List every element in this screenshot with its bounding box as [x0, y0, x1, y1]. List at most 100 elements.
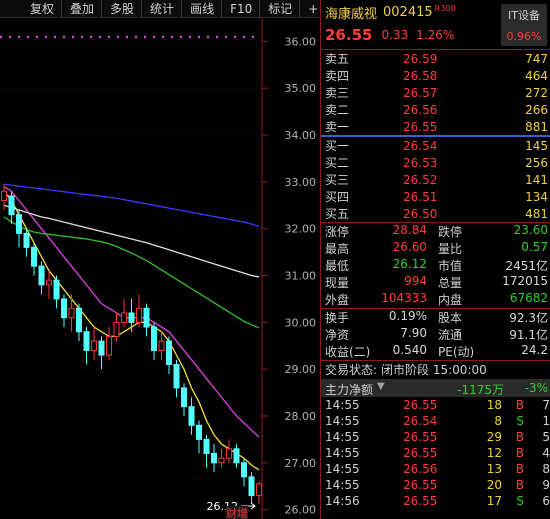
toolbar-button-5[interactable]: F10	[222, 0, 261, 18]
candle-body	[128, 312, 135, 323]
candle-body	[136, 307, 142, 323]
tick-count: 9	[542, 478, 550, 492]
bid-row[interactable]: 买三 26.52 141	[321, 171, 550, 188]
toolbar-button-0[interactable]: 复权	[0, 0, 63, 18]
trade-status-label: 交易状态:	[325, 363, 378, 377]
quote-panel: 海康威视 002415 R300 IT设备 0.96% 26.55 0.33 1…	[320, 0, 550, 519]
book-level-label: 买三	[325, 173, 350, 187]
candle-body	[38, 265, 45, 286]
main-flow-bar[interactable]: 主力净额 ▼ -1175万 -3%	[321, 379, 550, 397]
y-tick-label: 34.00	[285, 129, 317, 142]
price-change: 0.33	[381, 28, 409, 42]
stat-label: 外盘	[325, 293, 350, 307]
tick-row: 14:55 26.55 29 B 5	[321, 429, 550, 445]
tick-row: 14:55 26.54 8 S 1	[321, 413, 550, 429]
tick-price: 26.56	[403, 462, 438, 476]
tick-row: 14:56 26.55 17 S 6	[321, 493, 550, 509]
tick-time: 14:55	[325, 462, 360, 476]
stat-row: 净资 7.90 流通 91.1亿	[321, 326, 550, 343]
candle-body	[166, 340, 172, 365]
stat-value: 28.84	[392, 223, 427, 237]
book-volume: 134	[525, 189, 548, 204]
tick-price: 26.55	[403, 430, 438, 444]
tick-time: 14:55	[325, 446, 360, 460]
bid-row[interactable]: 买一 26.54 145	[321, 137, 550, 154]
tick-price: 26.55	[403, 494, 438, 508]
candle-body	[143, 307, 150, 328]
ask-row[interactable]: 卖五 26.59 747	[321, 50, 550, 67]
y-tick-label: 31.00	[285, 270, 317, 283]
stat-label: 净资	[325, 328, 350, 342]
kline-chart[interactable]: 36.00 35.00 34.00 33.00 32.00 31.00 30.00 29.00…	[0, 18, 320, 519]
main-flow-pct: -3%	[524, 381, 548, 395]
bid-row[interactable]: 买四 26.51 134	[321, 188, 550, 205]
tick-count: 7	[542, 398, 550, 412]
book-price: 26.57	[403, 85, 438, 100]
sector-box[interactable]: IT设备 0.96%	[501, 4, 547, 46]
toolbar-button-3[interactable]: 统计	[142, 0, 183, 18]
book-volume: 481	[525, 206, 548, 221]
candle-body	[1, 190, 7, 202]
bid-book: 买一 26.54 145 买二 26.53 256 买三 26.52 141 买四 26.51 134…	[321, 137, 550, 222]
main-flow-value: -1175万	[457, 383, 504, 397]
stat-row: 最高 26.60 量比 0.57	[321, 240, 550, 257]
toolbar-button-2[interactable]: 多股	[102, 0, 143, 18]
stat-value: 104333	[381, 291, 427, 305]
tick-time: 14:55	[325, 398, 360, 412]
toolbar-button-4[interactable]: 画线	[182, 0, 223, 18]
tick-volume: 29	[486, 430, 502, 444]
candle-body	[211, 452, 217, 464]
tick-volume: 8	[494, 414, 502, 428]
book-level-label: 卖四	[325, 69, 350, 83]
stat-label: 量比	[438, 242, 463, 256]
candle-body	[203, 438, 210, 454]
ask-row[interactable]: 卖二 26.56 266	[321, 101, 550, 118]
price-change-pct: 1.26%	[416, 28, 455, 42]
book-volume: 272	[525, 85, 548, 100]
y-tick-label: 29.00	[285, 363, 317, 376]
candle-body	[91, 340, 97, 351]
book-price: 26.59	[403, 51, 438, 66]
stat-label: 最低	[325, 259, 350, 273]
ask-row[interactable]: 卖一 26.55 881	[321, 118, 550, 135]
candle-body	[113, 321, 120, 337]
tick-count: 5	[542, 430, 550, 444]
bid-row[interactable]: 买二 26.53 256	[321, 154, 550, 171]
y-tick-label: 33.00	[285, 176, 317, 189]
candle-body	[106, 335, 112, 356]
toolbar-button-1[interactable]: 叠加	[62, 0, 103, 18]
index-tag: R300	[434, 3, 456, 13]
book-price: 26.55	[403, 119, 438, 134]
stat-value: 92.3亿	[509, 311, 548, 325]
candle-body	[248, 476, 255, 497]
candle-body	[158, 340, 165, 351]
stat-row: 收益(二) 0.540 PE(动) 24.2	[321, 343, 550, 360]
tick-volume: 13	[486, 462, 502, 476]
stock-name[interactable]: 海康威视	[325, 3, 377, 22]
bid-row[interactable]: 买五 26.50 481	[321, 205, 550, 222]
book-volume: 266	[525, 102, 548, 117]
stat-value: 23.60	[513, 223, 548, 237]
tick-list[interactable]: 14:55 26.55 18 B 7 14:55 26.54 8 S 1 14:55 26.55 29 B…	[321, 397, 550, 509]
chevron-down-icon[interactable]: ▼	[377, 381, 385, 392]
tick-volume: 20	[486, 478, 502, 492]
tick-count: 1	[542, 414, 550, 428]
candle-body	[8, 195, 15, 216]
tick-count: 6	[542, 494, 550, 508]
ask-row[interactable]: 卖三 26.57 272	[321, 84, 550, 101]
book-price: 26.58	[403, 68, 438, 83]
toolbar-button-6[interactable]: 标记	[260, 0, 301, 18]
book-level-label: 买一	[325, 139, 350, 153]
book-price: 26.52	[403, 172, 438, 187]
book-level-label: 买二	[325, 156, 350, 170]
candle-body	[76, 307, 82, 333]
tick-price: 26.55	[403, 478, 438, 492]
stat-value: 0.19%	[388, 309, 427, 323]
stat-value: 24.2	[521, 343, 548, 357]
kline-chart-area[interactable]: 36.00 35.00 34.00 33.00 32.00 31.00 30.00 29.00…	[0, 18, 320, 519]
book-level-label: 买五	[325, 207, 350, 221]
candle-body	[256, 483, 262, 497]
candle-body	[83, 331, 90, 351]
ask-row[interactable]: 卖四 26.58 464	[321, 67, 550, 84]
y-tick-label: 35.00	[285, 82, 317, 95]
